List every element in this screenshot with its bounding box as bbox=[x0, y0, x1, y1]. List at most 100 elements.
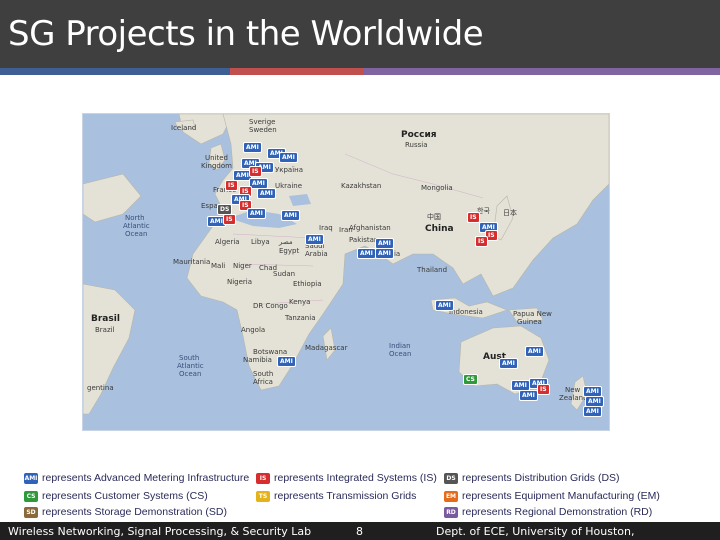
map-label-japan: 日本 bbox=[503, 209, 517, 217]
legend-item-is: IS represents Integrated Systems (IS) bbox=[256, 470, 437, 486]
legend-label-cs: represents Customer Systems (CS) bbox=[42, 490, 208, 502]
map-label-sweden-en: Sweden bbox=[249, 126, 277, 134]
map-label-thailand: Thailand bbox=[417, 266, 448, 274]
map-marker-ami[interactable]: AMI bbox=[525, 346, 544, 357]
map-label-mali: Mali bbox=[211, 262, 226, 270]
legend-item-ds: DS represents Distribution Grids (DS) bbox=[444, 470, 620, 486]
footer-lab-name: Wireless Networking, Signal Processing, … bbox=[8, 525, 312, 538]
legend-badge-ts: TS bbox=[256, 490, 270, 502]
map-legend: AMI represents Advanced Metering Infrast… bbox=[24, 470, 704, 522]
legend-item-ts: TS represents Transmission Grids bbox=[256, 488, 416, 504]
map-marker-ami[interactable]: AMI bbox=[519, 390, 538, 401]
map-label-sudan: Sudan bbox=[273, 270, 296, 278]
accent-stripe-blue bbox=[0, 68, 230, 75]
map-label-ukraine-native: Україна bbox=[275, 166, 304, 174]
legend-badge-rd: RD bbox=[444, 506, 458, 518]
map-marker-is[interactable]: IS bbox=[467, 212, 480, 223]
map-marker-ami[interactable]: AMI bbox=[243, 142, 262, 153]
map-marker-is[interactable]: IS bbox=[225, 180, 238, 191]
map-marker-ami[interactable]: AMI bbox=[247, 208, 266, 219]
map-label-png-2: Guinea bbox=[517, 318, 542, 326]
map-label-drc: DR Congo bbox=[253, 302, 288, 310]
legend-badge-em: EM bbox=[444, 490, 458, 502]
slide-footer: Wireless Networking, Signal Processing, … bbox=[0, 522, 720, 540]
map-label-argentina: gentina bbox=[87, 384, 114, 392]
legend-label-ds: represents Distribution Grids (DS) bbox=[462, 472, 620, 484]
legend-item-cs: CS represents Customer Systems (CS) bbox=[24, 488, 208, 504]
legend-label-ts: represents Transmission Grids bbox=[274, 490, 417, 502]
accent-stripe-purple bbox=[364, 68, 720, 75]
map-label-russia-native: Россия bbox=[401, 130, 437, 140]
map-marker-is[interactable]: IS bbox=[537, 384, 550, 395]
legend-item-sd: SD represents Storage Demonstration (SD) bbox=[24, 504, 227, 520]
map-marker-ami[interactable]: AMI bbox=[499, 358, 518, 369]
map-marker-cs[interactable]: CS bbox=[463, 374, 478, 385]
legend-badge-cs: CS bbox=[24, 490, 38, 502]
legend-label-rd: represents Regional Demonstration (RD) bbox=[462, 506, 653, 518]
map-label-iraq: Iraq bbox=[319, 224, 333, 232]
world-map[interactable]: Sverige Sweden Iceland Україна Ukraine Р… bbox=[82, 113, 610, 431]
map-label-south-africa-1: South bbox=[253, 370, 274, 378]
map-label-png-1: Papua New bbox=[513, 310, 552, 318]
map-label-uk-1: United bbox=[205, 154, 228, 162]
map-label-egypt: Egypt bbox=[279, 247, 300, 255]
map-label-nz-1: New bbox=[565, 386, 581, 394]
map-label-indian-ocean-1: Indian bbox=[389, 342, 411, 350]
footer-department: Dept. of ECE, University of Houston, bbox=[436, 525, 635, 538]
map-label-algeria: Algeria bbox=[215, 238, 240, 246]
map-label-mauritania: Mauritania bbox=[173, 258, 211, 266]
map-label-brazil: Brazil bbox=[95, 326, 115, 334]
map-label-brasil: Brasil bbox=[91, 314, 120, 324]
map-marker-ami[interactable]: AMI bbox=[583, 406, 602, 417]
map-marker-ami[interactable]: AMI bbox=[357, 248, 376, 259]
title-bar: SG Projects in the Worldwide bbox=[0, 0, 720, 68]
map-marker-ami[interactable]: AMI bbox=[305, 234, 324, 245]
map-marker-is[interactable]: IS bbox=[223, 214, 236, 225]
map-marker-ami[interactable]: AMI bbox=[279, 152, 298, 163]
map-label-spain: Espa bbox=[201, 202, 218, 210]
legend-badge-is: IS bbox=[256, 472, 270, 484]
map-marker-ami[interactable]: AMI bbox=[277, 356, 296, 367]
map-label-north-atlantic-1: North bbox=[125, 214, 145, 222]
map-label-saudi-2: Arabia bbox=[305, 250, 328, 258]
map-label-china: China bbox=[425, 224, 454, 234]
legend-label-sd: represents Storage Demonstration (SD) bbox=[42, 506, 227, 518]
map-label-china-native: 中国 bbox=[427, 213, 441, 221]
footer-page-number: 8 bbox=[356, 525, 363, 538]
map-label-egypt-native: مصر bbox=[279, 238, 293, 246]
legend-badge-ami: AMI bbox=[24, 472, 38, 484]
map-label-south-atlantic-3: Ocean bbox=[179, 370, 202, 378]
legend-item-rd: RD represents Regional Demonstration (RD… bbox=[444, 504, 652, 520]
map-label-angola: Angola bbox=[241, 326, 266, 334]
map-label-mongolia: Mongolia bbox=[421, 184, 453, 192]
map-label-ukraine: Ukraine bbox=[275, 182, 303, 190]
map-label-indonesia: Indonesia bbox=[449, 308, 483, 316]
map-label-pakistan: Pakistan bbox=[349, 236, 379, 244]
map-marker-ami[interactable]: AMI bbox=[375, 248, 394, 259]
legend-label-is: represents Integrated Systems (IS) bbox=[274, 472, 437, 484]
map-marker-ami[interactable]: AMI bbox=[435, 300, 454, 311]
map-label-niger: Niger bbox=[233, 262, 252, 270]
map-label-libya: Libya bbox=[251, 238, 270, 246]
accent-stripe-red bbox=[230, 68, 364, 75]
map-marker-ami[interactable]: AMI bbox=[281, 210, 300, 221]
map-label-north-atlantic-3: Ocean bbox=[125, 230, 148, 238]
map-label-indian-ocean-2: Ocean bbox=[389, 350, 412, 358]
map-label-namibia: Namibia bbox=[243, 356, 272, 364]
slide-title: SG Projects in the Worldwide bbox=[8, 14, 484, 54]
map-label-iceland: Iceland bbox=[171, 124, 197, 132]
legend-item-em: EM represents Equipment Manufacturing (E… bbox=[444, 488, 660, 504]
legend-badge-sd: SD bbox=[24, 506, 38, 518]
map-label-ethiopia: Ethiopia bbox=[293, 280, 322, 288]
map-marker-is[interactable]: IS bbox=[249, 166, 262, 177]
map-marker-is[interactable]: IS bbox=[475, 236, 488, 247]
legend-badge-ds: DS bbox=[444, 472, 458, 484]
map-label-south-atlantic-2: Atlantic bbox=[177, 362, 204, 370]
map-label-botswana: Botswana bbox=[253, 348, 288, 356]
map-marker-ami[interactable]: AMI bbox=[257, 188, 276, 199]
map-label-sweden: Sverige bbox=[249, 118, 276, 126]
map-label-kazakhstan: Kazakhstan bbox=[341, 182, 382, 190]
map-label-south-atlantic-1: South bbox=[179, 354, 200, 362]
map-label-kenya: Kenya bbox=[289, 298, 311, 306]
map-label-north-atlantic-2: Atlantic bbox=[123, 222, 150, 230]
